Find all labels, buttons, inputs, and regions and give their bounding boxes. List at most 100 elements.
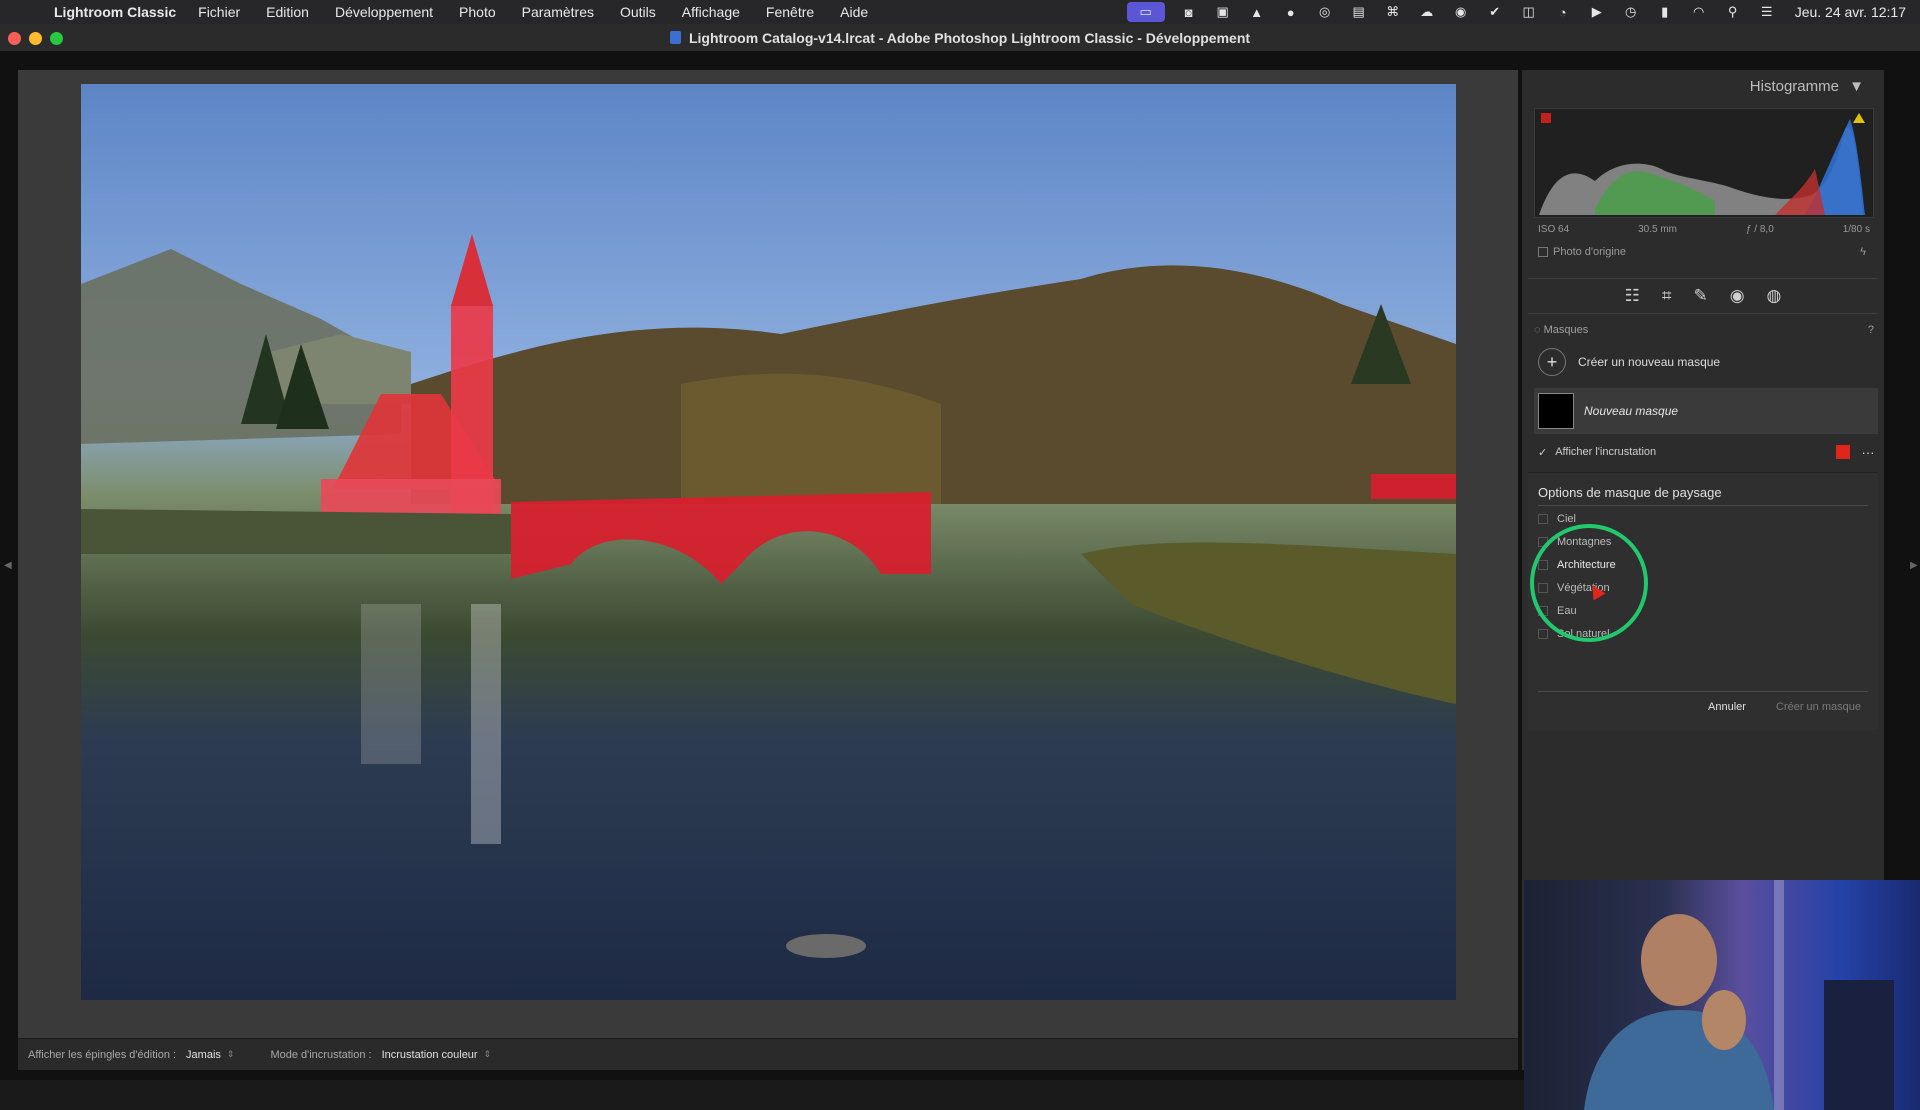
presenter-hand — [1702, 990, 1746, 1050]
masks-header: ◌ Masques ? — [1534, 324, 1874, 336]
right-bank — [1081, 542, 1456, 704]
help-icon[interactable]: ? — [1868, 324, 1874, 336]
histogram-title: Histogramme — [1749, 78, 1839, 95]
house-mask — [1371, 474, 1456, 499]
river-bank — [81, 509, 511, 554]
menu-affichage[interactable]: Affichage — [682, 4, 740, 20]
check-cloud-icon[interactable]: ✔ — [1485, 4, 1505, 20]
sliders-icon[interactable]: ☷ — [1625, 286, 1640, 306]
photo-preview[interactable] — [81, 84, 1456, 1000]
menu-fenetre[interactable]: Fenêtre — [766, 4, 814, 20]
menu-photo[interactable]: Photo — [459, 4, 496, 20]
cursor-icon[interactable]: ● — [1281, 4, 1301, 20]
sol-naturel-checkbox[interactable] — [1538, 629, 1548, 639]
command-icon[interactable]: ⌘ — [1383, 4, 1403, 20]
camera-icon[interactable]: ◙ — [1179, 4, 1199, 20]
crop-icon[interactable]: ⌗ — [1662, 286, 1672, 306]
pen-icon[interactable]: ▲ — [1247, 4, 1267, 20]
collapse-triangle-icon[interactable]: ▼ — [1849, 78, 1864, 95]
window-controls — [8, 32, 63, 45]
pins-chevron-icon[interactable]: ⇕ — [227, 1049, 235, 1060]
document-icon — [669, 31, 681, 44]
spire-reflection — [471, 604, 501, 844]
battery-icon[interactable]: ▮ — [1655, 4, 1675, 20]
landscape-photo — [81, 234, 1456, 958]
create-new-mask-row[interactable]: + Créer un nouveau masque — [1534, 344, 1878, 380]
clock-icon[interactable]: ◷ — [1621, 4, 1641, 20]
layout-icon[interactable]: ◫ — [1519, 4, 1539, 20]
iso-value: ISO 64 — [1538, 224, 1570, 235]
highlight-clipping-icon[interactable] — [1853, 113, 1865, 123]
create-mask-button[interactable]: Créer un masque — [1776, 701, 1861, 713]
pins-select[interactable]: Jamais — [186, 1049, 221, 1061]
overlay-color-swatch[interactable] — [1836, 445, 1850, 459]
red-channel — [1775, 169, 1825, 215]
masking-icon[interactable]: ◍ — [1767, 286, 1782, 306]
mask-name[interactable]: Nouveau masque — [1584, 404, 1678, 418]
add-mask-icon[interactable]: + — [1538, 348, 1566, 376]
menubar-clock[interactable]: Jeu. 24 avr. 12:17 — [1795, 4, 1906, 20]
right-panel-toggle-icon[interactable]: ▶ — [1910, 560, 1918, 571]
presenter-head — [1641, 914, 1717, 1006]
bottom-toolbar: Afficher les épingles d'édition : Jamais… — [18, 1038, 1518, 1070]
rock — [786, 934, 866, 958]
close-button[interactable] — [8, 32, 21, 45]
tower-reflection — [361, 604, 421, 764]
screen-record-icon[interactable]: ▭ — [1126, 2, 1165, 22]
wifi-icon[interactable]: ◠ — [1689, 4, 1709, 20]
autumn-trees — [681, 373, 941, 504]
cc-icon[interactable]: ◉ — [1451, 4, 1471, 20]
menu-app-name[interactable]: Lightroom Classic — [54, 4, 176, 20]
eye-icon[interactable]: ◌ — [1534, 324, 1541, 336]
overlay-mode-select[interactable]: Incrustation couleur — [382, 1049, 478, 1061]
app-icon[interactable]: ▣ — [1213, 4, 1233, 20]
aperture-value: ƒ / 8,0 — [1745, 224, 1774, 235]
ciel-checkbox[interactable] — [1538, 514, 1548, 524]
window-frame — [1774, 880, 1784, 1110]
original-photo-label: Photo d'origine — [1553, 246, 1627, 258]
shutter-speed-value: 1/80 s — [1842, 224, 1870, 235]
presenter-video — [1584, 880, 1894, 1110]
show-overlay-label[interactable]: Afficher l'incrustation — [1555, 446, 1656, 458]
divider — [1538, 505, 1868, 506]
user-icon[interactable]: ◔ — [1553, 4, 1573, 20]
cloud-icon[interactable]: ☁ — [1417, 4, 1437, 20]
more-options-icon[interactable]: ··· — [1858, 445, 1878, 460]
heal-eraser-icon[interactable]: ✎ — [1693, 286, 1707, 306]
histogram[interactable] — [1534, 108, 1874, 218]
menu-edition[interactable]: Edition — [266, 4, 309, 20]
menu-outils[interactable]: Outils — [620, 4, 656, 20]
menu-fichier[interactable]: Fichier — [198, 4, 240, 20]
create-new-mask-label[interactable]: Créer un nouveau masque — [1578, 355, 1720, 369]
overlay-mode-chevron-icon[interactable]: ⇕ — [484, 1049, 492, 1060]
control-center-icon[interactable]: ☰ — [1757, 4, 1777, 20]
menu-bar: Lightroom Classic Fichier Edition Dévelo… — [0, 0, 1920, 24]
church-spire-mask — [451, 234, 493, 306]
clipboard-icon[interactable]: ▤ — [1349, 4, 1369, 20]
pins-label: Afficher les épingles d'édition : — [28, 1048, 177, 1061]
menu-aide[interactable]: Aide — [840, 4, 868, 20]
left-panel-toggle-icon[interactable]: ◀ — [4, 560, 12, 571]
menu-developpement[interactable]: Développement — [335, 4, 433, 20]
play-icon[interactable]: ▶ — [1587, 4, 1607, 20]
shadow-clipping-icon[interactable] — [1541, 113, 1551, 123]
mask-list-item[interactable]: Nouveau masque — [1534, 388, 1878, 434]
histogram-header[interactable]: Histogramme ▼ — [1750, 78, 1864, 95]
zoom-button[interactable] — [50, 32, 63, 45]
histogram-graph — [1539, 113, 1865, 215]
red-eye-icon[interactable]: ◉ — [1730, 286, 1745, 306]
search-icon[interactable]: ⚲ — [1723, 4, 1743, 20]
show-overlay-checkbox[interactable]: ✓ — [1538, 446, 1547, 459]
minimize-button[interactable] — [29, 32, 42, 45]
option-ciel[interactable]: Ciel — [1538, 513, 1576, 525]
ciel-label[interactable]: Ciel — [1557, 513, 1576, 525]
sync-icon[interactable]: ◎ — [1315, 4, 1335, 20]
show-overlay-row: ✓ Afficher l'incrustation ··· — [1534, 442, 1878, 462]
highlight-ring — [1530, 524, 1648, 642]
original-photo-checkbox[interactable] — [1538, 247, 1548, 257]
cancel-button[interactable]: Annuler — [1708, 701, 1746, 713]
menu-parametres[interactable]: Paramètres — [522, 4, 594, 20]
mask-thumbnail[interactable] — [1538, 393, 1574, 429]
original-photo-row: Photo d'origine ϟ — [1534, 246, 1874, 258]
webcam-overlay — [1524, 880, 1920, 1110]
